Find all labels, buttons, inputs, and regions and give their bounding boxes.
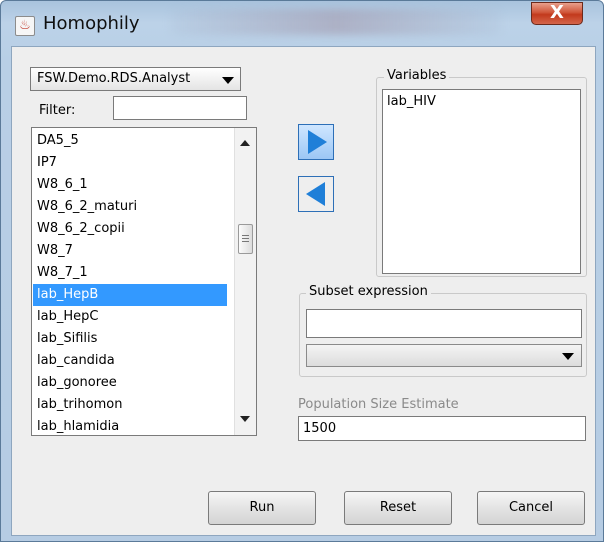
reset-button[interactable]: Reset	[344, 491, 452, 525]
list-item[interactable]: lab_HepC	[33, 306, 227, 328]
population-size-label: Population Size Estimate	[298, 397, 459, 412]
variables-group-title: Variables	[384, 68, 450, 83]
scroll-down-icon[interactable]	[240, 416, 250, 422]
grip-line	[242, 238, 249, 239]
close-button[interactable]: X	[531, 2, 583, 25]
grip-line	[242, 235, 249, 236]
variable-list-scrollbar[interactable]	[234, 128, 256, 435]
chevron-down-icon	[562, 353, 574, 360]
selected-variables-list[interactable]: lab_HIV	[382, 89, 581, 274]
list-item[interactable]: lab_HepB	[33, 284, 227, 306]
cancel-button[interactable]: Cancel	[477, 491, 585, 525]
filter-label: Filter:	[39, 103, 76, 118]
list-item[interactable]: lab_candida	[33, 350, 227, 372]
list-item[interactable]: lab_trihomon	[33, 394, 227, 416]
scrollbar-thumb[interactable]	[238, 224, 253, 254]
list-item[interactable]: IP7	[33, 152, 227, 174]
chevron-down-icon	[222, 77, 234, 84]
list-item[interactable]: lab_hlamidia	[33, 416, 227, 435]
list-item[interactable]: lab_gonoree	[33, 372, 227, 394]
window-title: Homophily	[43, 13, 140, 34]
list-item[interactable]: W8_6_2_maturi	[33, 196, 227, 218]
list-item[interactable]: W8_6_1	[33, 174, 227, 196]
dialog-body: FSW.Demo.RDS.Analyst Filter: DA5_5 IP7 W8_…	[11, 46, 596, 536]
list-item[interactable]: W8_7_1	[33, 262, 227, 284]
variable-list[interactable]: DA5_5 IP7 W8_6_1 W8_6_2_maturi W8_6_2_copii W…	[31, 127, 257, 436]
subset-select[interactable]	[306, 344, 582, 367]
dataset-select-value: FSW.Demo.RDS.Analyst	[37, 71, 191, 86]
list-item[interactable]: lab_Sifilis	[33, 328, 227, 350]
move-right-button[interactable]	[298, 124, 334, 160]
filter-input[interactable]	[113, 96, 247, 120]
list-item[interactable]: DA5_5	[33, 130, 227, 152]
java-cup-icon: ♨	[15, 16, 35, 36]
subset-group-title: Subset expression	[306, 284, 431, 299]
move-left-button[interactable]	[298, 176, 334, 212]
scroll-up-icon[interactable]	[240, 140, 250, 146]
title-bar[interactable]: ♨ Homophily X	[1, 1, 603, 45]
grip-line	[242, 241, 249, 242]
dataset-select[interactable]: FSW.Demo.RDS.Analyst	[30, 67, 241, 91]
subset-expression-input[interactable]	[306, 309, 582, 338]
arrow-right-icon	[308, 130, 327, 154]
list-item[interactable]: W8_7	[33, 240, 227, 262]
list-item[interactable]: W8_6_2_copii	[33, 218, 227, 240]
arrow-left-icon	[306, 182, 325, 206]
dialog-window: ♨ Homophily X FSW.Demo.RDS.Analyst Filte…	[0, 0, 604, 542]
list-item[interactable]: lab_HIV	[387, 94, 436, 109]
population-size-input[interactable]: 1500	[298, 416, 586, 441]
blurred-title-region	[171, 9, 501, 35]
run-button[interactable]: Run	[208, 491, 316, 525]
